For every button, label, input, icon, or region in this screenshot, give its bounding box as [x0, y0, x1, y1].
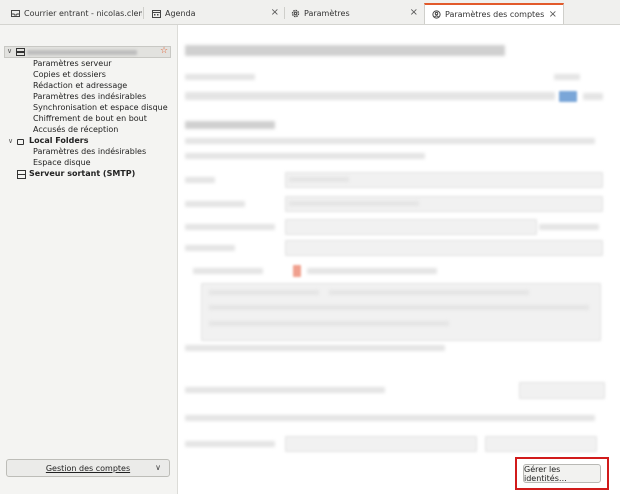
calendar-icon	[151, 8, 161, 18]
sidebar-item-local-folders[interactable]: Local Folders	[29, 136, 89, 145]
tab-agenda[interactable]: Agenda ×	[145, 3, 285, 23]
redacted-label	[307, 268, 437, 274]
sidebar-item-e2e-encryption[interactable]: Chiffrement de bout en bout	[33, 114, 147, 123]
tab-label: Paramètres	[304, 8, 350, 18]
tab-parametres-comptes[interactable]: Paramètres des comptes ×	[424, 3, 564, 24]
chevron-down-icon[interactable]: ∨	[7, 47, 12, 55]
redacted-label	[185, 177, 215, 183]
redacted-title	[185, 45, 505, 56]
redacted-paragraph	[185, 153, 425, 159]
redacted-select[interactable]	[285, 436, 477, 452]
redacted-text	[209, 305, 589, 310]
redacted-input[interactable]	[285, 219, 537, 235]
redacted-field	[185, 92, 555, 100]
redacted-label	[185, 224, 275, 230]
redacted-label	[185, 387, 385, 393]
redacted-text	[289, 177, 349, 182]
redacted-label	[185, 74, 255, 80]
tab-label: Courrier entrant - nicolas.clement	[24, 8, 142, 18]
chevron-down-icon: ∨	[155, 463, 161, 472]
redacted-checkbox[interactable]	[293, 265, 301, 277]
sidebar-item-disk-space[interactable]: Espace disque	[33, 158, 91, 167]
account-name-redacted	[27, 50, 137, 55]
redacted-input[interactable]	[285, 240, 603, 256]
accounts-sidebar: ∨ ☆ Paramètres serveur Copies et dossier…	[0, 25, 178, 494]
redacted-checkbox-row	[185, 345, 445, 351]
redacted-text	[209, 290, 319, 295]
folder-icon	[17, 139, 24, 145]
redacted-paragraph	[185, 138, 595, 144]
server-icon	[16, 48, 25, 58]
redacted-text	[329, 290, 529, 295]
redacted-button[interactable]	[485, 436, 597, 452]
redacted-label	[185, 441, 275, 447]
tab-divider	[143, 7, 144, 19]
outgoing-server-icon	[17, 170, 26, 181]
inbox-icon	[10, 8, 20, 18]
redacted-color-swatch	[559, 91, 577, 102]
star-icon: ☆	[160, 46, 169, 56]
manage-identities-button[interactable]: Gérer les identités…	[523, 464, 601, 483]
chevron-down-icon[interactable]: ∨	[8, 137, 13, 145]
highlight-box: Gérer les identités…	[515, 457, 609, 490]
redacted-text	[289, 201, 419, 206]
sidebar-item-smtp[interactable]: Serveur sortant (SMTP)	[29, 169, 135, 178]
gear-icon	[290, 8, 300, 18]
sidebar-item-return-receipts[interactable]: Accusés de réception	[33, 125, 118, 134]
redacted-label	[554, 74, 580, 80]
tab-label: Paramètres des comptes	[445, 10, 545, 19]
account-row[interactable]: ∨ ☆	[4, 46, 171, 58]
redacted-paragraph	[185, 415, 595, 421]
redacted-text	[209, 321, 449, 326]
redacted-text	[583, 93, 603, 100]
sidebar-item-local-junk-settings[interactable]: Paramètres des indésirables	[33, 147, 146, 156]
close-icon[interactable]: ×	[271, 7, 279, 18]
close-icon[interactable]: ×	[549, 9, 557, 20]
account-settings-pane	[179, 25, 620, 494]
redacted-button[interactable]	[519, 382, 605, 399]
tab-bar: Courrier entrant - nicolas.clement Agend…	[0, 0, 620, 25]
redacted-label	[193, 268, 263, 274]
sidebar-item-sync-disk[interactable]: Synchronisation et espace disque	[33, 103, 168, 112]
redacted-label	[185, 201, 245, 207]
account-actions-button[interactable]: Gestion des comptes ∨	[6, 459, 170, 477]
tab-parametres[interactable]: Paramètres ×	[284, 3, 424, 23]
account-actions-label: Gestion des comptes	[45, 463, 131, 473]
sidebar-item-junk-settings[interactable]: Paramètres des indésirables	[33, 92, 146, 101]
redacted-section-title	[185, 121, 275, 129]
redacted-label	[185, 245, 235, 251]
tab-label: Agenda	[165, 8, 196, 18]
sidebar-item-server-settings[interactable]: Paramètres serveur	[33, 59, 112, 68]
redacted-text	[539, 224, 599, 230]
sidebar-item-copies-folders[interactable]: Copies et dossiers	[33, 70, 106, 79]
close-icon[interactable]: ×	[410, 7, 418, 18]
sidebar-item-composition[interactable]: Rédaction et adressage	[33, 81, 127, 90]
tab-inbox[interactable]: Courrier entrant - nicolas.clement	[4, 3, 142, 23]
account-settings-icon	[431, 10, 441, 20]
